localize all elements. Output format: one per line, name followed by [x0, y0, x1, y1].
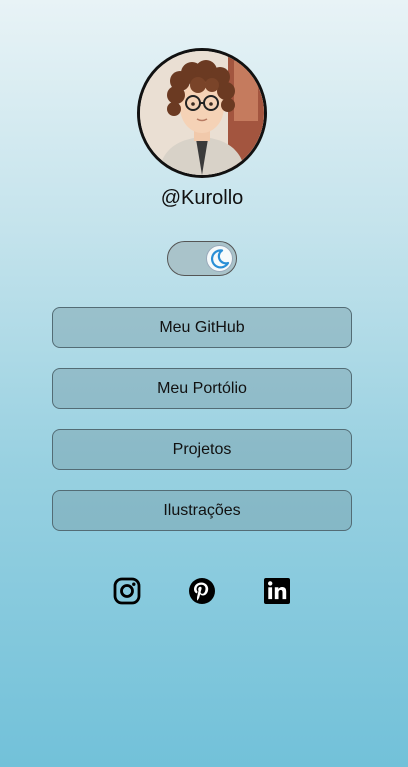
instagram-icon: [113, 577, 141, 605]
pinterest-link[interactable]: [187, 576, 217, 606]
theme-toggle[interactable]: [167, 241, 237, 276]
instagram-link[interactable]: [112, 576, 142, 606]
linkedin-link[interactable]: [262, 576, 292, 606]
illustrations-link-button[interactable]: Ilustrações: [52, 490, 352, 531]
moon-icon: [211, 249, 230, 269]
linkedin-icon: [264, 578, 290, 604]
avatar: [137, 48, 267, 178]
pinterest-icon: [189, 578, 215, 604]
github-link-button[interactable]: Meu GitHub: [52, 307, 352, 348]
projects-link-button[interactable]: Projetos: [52, 429, 352, 470]
toggle-knob: [206, 245, 233, 272]
portfolio-link-button[interactable]: Meu Portólio: [52, 368, 352, 409]
username: @Kurollo: [160, 187, 244, 209]
